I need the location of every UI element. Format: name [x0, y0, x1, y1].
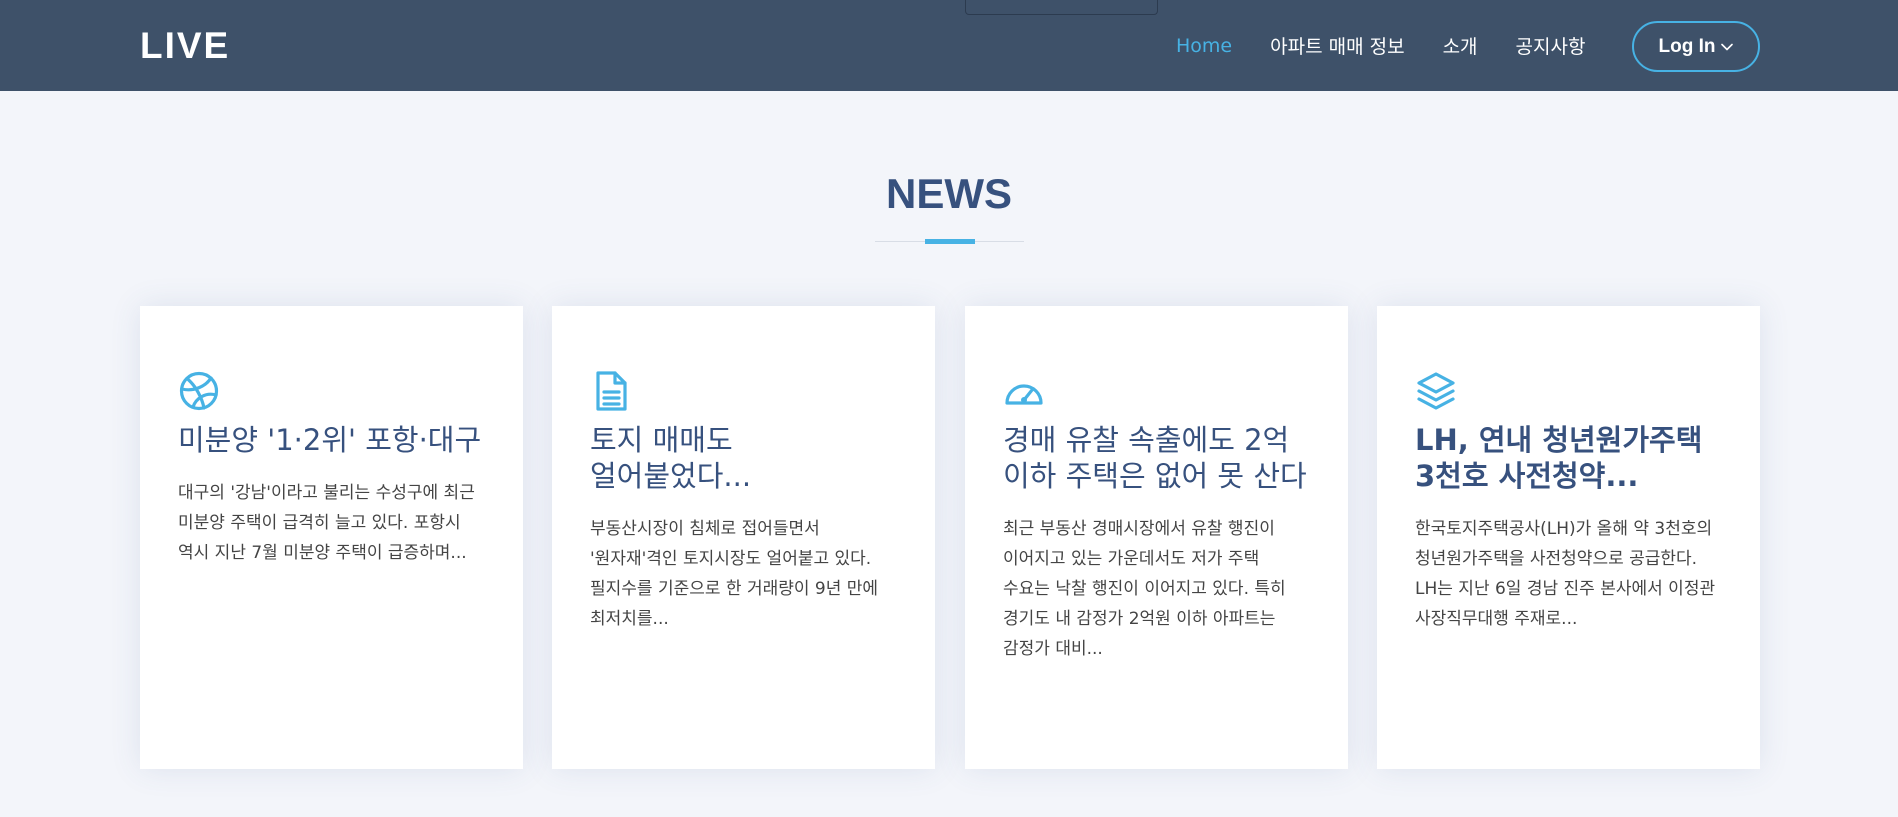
nav-about[interactable]: 소개 — [1443, 32, 1478, 59]
main-nav: Home 아파트 매매 정보 소개 공지사항 — [1176, 0, 1623, 91]
news-card-title[interactable]: 경매 유찰 속출에도 2억 이하 주택은 없어 못 산다 — [1003, 422, 1310, 494]
site-header: LIVE Home 아파트 매매 정보 소개 공지사항 Log In — [0, 0, 1898, 91]
title-accent-bar — [925, 239, 975, 244]
news-card-description: 대구의 '강남'이라고 불리는 수성구에 최근 미분양 주택이 급격히 늘고 있… — [178, 483, 475, 563]
site-logo[interactable]: LIVE — [140, 22, 230, 70]
speedometer-icon — [1003, 370, 1045, 412]
news-card-title[interactable]: LH, 연내 청년원가주택 3천호 사전청약... — [1415, 422, 1722, 494]
nav-apartment-trade-info[interactable]: 아파트 매매 정보 — [1270, 32, 1404, 59]
header-tab-decoration — [965, 0, 1158, 15]
nav-notice[interactable]: 공지사항 — [1516, 32, 1586, 59]
dribbble-icon — [178, 370, 220, 412]
news-card-description: 한국토지주택공사(LH)가 올해 약 3천호의 청년원가주택을 사전청약으로 공… — [1415, 519, 1716, 629]
news-card-3[interactable]: 경매 유찰 속출에도 2억 이하 주택은 없어 못 산다 최근 부동산 경매시장… — [965, 306, 1348, 769]
news-card-description: 최근 부동산 경매시장에서 유찰 행진이 이어지고 있는 가운데서도 저가 주택… — [1003, 519, 1286, 659]
layers-icon — [1415, 370, 1457, 412]
login-button[interactable]: Log In — [1632, 21, 1760, 72]
news-card-4[interactable]: LH, 연내 청년원가주택 3천호 사전청약... 한국토지주택공사(LH)가 … — [1377, 306, 1760, 769]
section-title: NEWS — [886, 170, 1012, 217]
login-label: Log In — [1658, 35, 1716, 57]
file-text-icon — [590, 370, 632, 412]
news-card-description: 부동산시장이 침체로 접어들면서 '원자재'격인 토지시장도 얼어붙고 있다. … — [590, 519, 879, 629]
news-card-title[interactable]: 미분양 '1·2위' 포항·대구 — [178, 422, 485, 458]
news-card-2[interactable]: 토지 매매도 얼어붙었다... 부동산시장이 침체로 접어들면서 '원자재'격인… — [552, 306, 935, 769]
news-card-1[interactable]: 미분양 '1·2위' 포항·대구 대구의 '강남'이라고 불리는 수성구에 최근… — [140, 306, 523, 769]
news-card-title[interactable]: 토지 매매도 얼어붙었다... — [590, 422, 897, 494]
chevron-down-icon — [1721, 43, 1734, 50]
nav-home[interactable]: Home — [1176, 35, 1232, 57]
